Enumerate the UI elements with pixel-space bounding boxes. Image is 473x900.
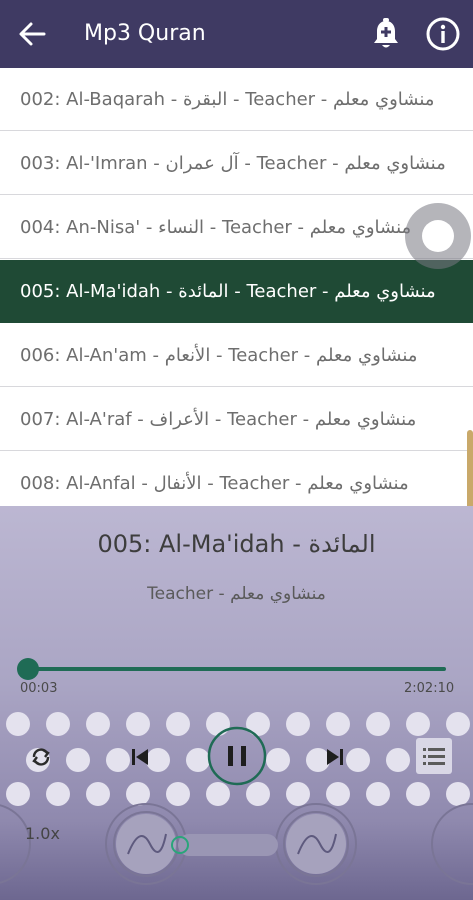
- track-row[interactable]: 008: Al-Anfal - الأنفال - Teacher - منشا…: [0, 452, 473, 508]
- track-row-active[interactable]: 005: Al-Ma'idah - المائدة - Teacher - من…: [0, 260, 473, 323]
- floating-bubble-icon: [422, 220, 454, 252]
- bell-plus-icon[interactable]: [368, 16, 404, 52]
- app-bar: Mp3 Quran: [0, 0, 473, 68]
- track-row[interactable]: 002: Al-Baqarah - البقرة - Teacher - منش…: [0, 68, 473, 131]
- app-title: Mp3 Quran: [84, 21, 206, 46]
- track-row[interactable]: 007: Al-A'raf - الأعراف - Teacher - منشا…: [0, 388, 473, 451]
- track-label: 006: Al-An'am - الأنعام - Teacher - منشا…: [20, 344, 418, 366]
- playback-speed[interactable]: 1.0x: [25, 824, 60, 843]
- floating-bubble-button[interactable]: [405, 203, 471, 269]
- back-arrow-icon[interactable]: [14, 16, 50, 52]
- quran-emblem-decorations: [0, 803, 473, 885]
- track-label: 008: Al-Anfal - الأنفال - Teacher - منشا…: [20, 472, 409, 494]
- seek-knob[interactable]: [17, 658, 39, 680]
- track-row[interactable]: 003: Al-'Imran - آل عمران - Teacher - من…: [0, 132, 473, 195]
- track-label: 004: An-Nisa' - النساء - Teacher - منشاو…: [20, 216, 412, 238]
- seek-bar[interactable]: [28, 667, 446, 671]
- track-row[interactable]: 004: An-Nisa' - النساء - Teacher - منشاو…: [0, 196, 473, 259]
- track-list: 002: Al-Baqarah - البقرة - Teacher - منش…: [0, 68, 473, 508]
- track-label: 005: Al-Ma'idah - المائدة - Teacher - من…: [20, 281, 436, 302]
- info-icon[interactable]: [425, 16, 461, 52]
- track-label: 003: Al-'Imran - آل عمران - Teacher - من…: [20, 152, 446, 174]
- track-row[interactable]: 006: Al-An'am - الأنعام - Teacher - منشا…: [0, 324, 473, 387]
- controls-area: [0, 706, 473, 806]
- player-panel: 005: Al-Ma'idah - المائدة Teacher - منشا…: [0, 506, 473, 900]
- current-time: 00:03: [20, 681, 58, 696]
- now-playing-reciter: Teacher - منشاوي معلم: [147, 584, 326, 604]
- track-label: 002: Al-Baqarah - البقرة - Teacher - منش…: [20, 88, 435, 110]
- track-label: 007: Al-A'raf - الأعراف - Teacher - منشا…: [20, 408, 417, 430]
- now-playing-title: 005: Al-Ma'idah - المائدة: [97, 530, 376, 558]
- total-time: 2:02:10: [404, 681, 455, 696]
